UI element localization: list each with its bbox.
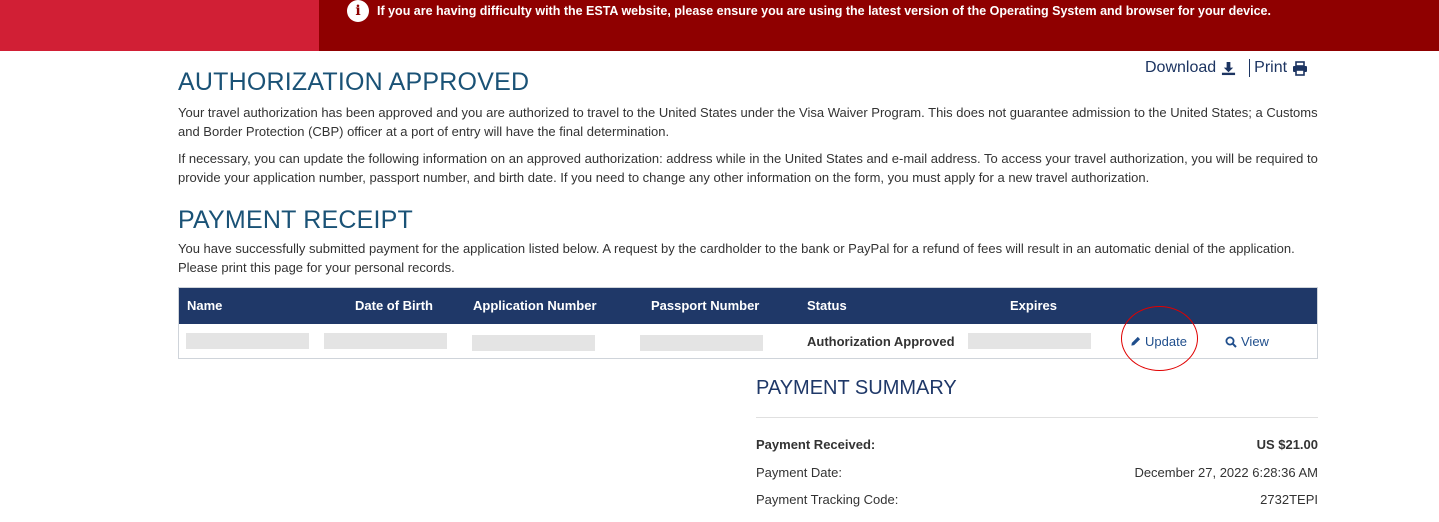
page-toolbar: Download Print — [1145, 59, 1308, 77]
download-icon — [1222, 61, 1236, 75]
header-application-number: Application Number — [473, 298, 597, 313]
header-date-of-birth: Date of Birth — [355, 298, 433, 313]
info-circle-icon: i — [347, 0, 369, 22]
summary-value: 2732TEPI — [1260, 492, 1318, 507]
redacted-name — [186, 333, 309, 349]
authorization-update-info: If necessary, you can update the followi… — [178, 151, 1318, 185]
authorization-title: AUTHORIZATION APPROVED — [178, 68, 530, 96]
payment-receipt-description: You have successfully submitted payment … — [178, 241, 1295, 275]
summary-label: Payment Date: — [756, 465, 842, 480]
payment-summary-title: PAYMENT SUMMARY — [756, 377, 957, 399]
header-status: Status — [807, 298, 847, 313]
search-icon — [1225, 336, 1237, 348]
payment-receipt-title: PAYMENT RECEIPT — [178, 206, 413, 234]
view-label: View — [1241, 334, 1269, 349]
summary-row-payment-date: Payment Date: December 27, 2022 6:28:36 … — [756, 465, 1318, 480]
summary-row-payment-received: Payment Received: US $21.00 — [756, 437, 1318, 452]
redacted-date-of-birth — [324, 333, 447, 349]
view-button[interactable]: View — [1225, 334, 1269, 349]
highlight-circle — [1121, 306, 1198, 371]
alert-banner: i If you are having difficulty with the … — [0, 0, 1439, 51]
print-label: Print — [1254, 59, 1288, 76]
header-passport-number: Passport Number — [651, 298, 760, 313]
redacted-passport-number — [640, 335, 763, 351]
banner-message: If you are having difficulty with the ES… — [377, 4, 1271, 18]
redacted-application-number — [472, 335, 595, 351]
summary-divider — [756, 417, 1318, 418]
banner-message-area: i If you are having difficulty with the … — [319, 0, 1439, 51]
print-link[interactable]: Print — [1249, 59, 1308, 77]
summary-row-tracking-code: Payment Tracking Code: 2732TEPI — [756, 492, 1318, 507]
printer-icon — [1293, 60, 1308, 76]
banner-accent — [0, 0, 319, 51]
summary-label: Payment Tracking Code: — [756, 492, 899, 507]
download-label: Download — [1145, 59, 1217, 76]
summary-value: December 27, 2022 6:28:36 AM — [1134, 465, 1318, 480]
summary-label: Payment Received: — [756, 437, 876, 452]
header-expires: Expires — [1010, 298, 1057, 313]
header-name: Name — [187, 298, 223, 313]
download-link[interactable]: Download — [1145, 59, 1236, 77]
status-value: Authorization Approved — [807, 334, 955, 349]
summary-value: US $21.00 — [1256, 437, 1318, 452]
redacted-expires — [968, 333, 1091, 349]
authorization-description: Your travel authorization has been appro… — [178, 105, 1318, 139]
